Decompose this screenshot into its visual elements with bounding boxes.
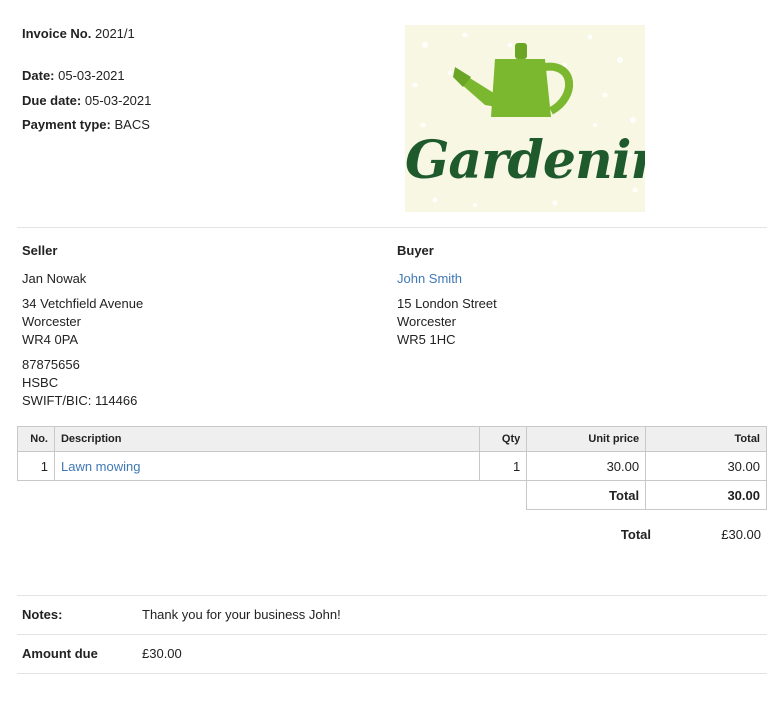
seller-bank-name: HSBC bbox=[22, 375, 59, 390]
divider bbox=[17, 634, 767, 635]
payment-type-value: BACS bbox=[114, 117, 150, 132]
seller-bank-account: 87875656 bbox=[22, 357, 80, 372]
col-header-total: Total bbox=[645, 426, 767, 452]
buyer-address-line: WR5 1HC bbox=[397, 332, 456, 347]
due-date-value: 05-03-2021 bbox=[84, 93, 152, 108]
subtotal-value: 30.00 bbox=[645, 480, 767, 510]
amount-due-label: Amount due bbox=[22, 646, 98, 661]
row-unit-price: 30.00 bbox=[526, 451, 647, 481]
seller-address-line: WR4 0PA bbox=[22, 332, 79, 347]
seller-swift: SWIFT/BIC: 114466 bbox=[22, 393, 138, 408]
items-table: No. Description Qty Unit price Total 1 L… bbox=[17, 426, 767, 510]
divider bbox=[17, 595, 767, 596]
seller-address-line: 34 Vetchfield Avenue bbox=[22, 296, 144, 311]
row-description-link[interactable]: Lawn mowing bbox=[53, 451, 481, 481]
seller-bank: 87875656 HSBC SWIFT/BIC: 114466 bbox=[22, 356, 137, 410]
buyer-name-link[interactable]: John Smith bbox=[397, 271, 462, 286]
col-header-qty: Qty bbox=[479, 426, 528, 452]
col-header-unit-price: Unit price bbox=[526, 426, 647, 452]
payment-type: Payment type: BACS bbox=[22, 116, 150, 133]
subtotal-label: Total bbox=[526, 480, 647, 510]
buyer-address-line: 15 London Street bbox=[397, 296, 497, 311]
divider bbox=[17, 227, 767, 228]
invoice-due-date: Due date: 05-03-2021 bbox=[22, 92, 151, 109]
row-total: 30.00 bbox=[645, 451, 767, 481]
invoice-date-value: 05-03-2021 bbox=[58, 68, 125, 83]
col-header-no: No. bbox=[17, 426, 55, 452]
invoice-date-label: Date: bbox=[22, 68, 55, 83]
table-row: 1 Lawn mowing 1 30.00 30.00 bbox=[17, 451, 767, 481]
amount-due-value: £30.00 bbox=[142, 646, 182, 661]
divider bbox=[17, 673, 767, 674]
seller-address: 34 Vetchfield Avenue Worcester WR4 0PA bbox=[22, 295, 143, 349]
col-header-description: Description bbox=[53, 426, 481, 452]
payment-type-label: Payment type: bbox=[22, 117, 111, 132]
logo-text: Gardening bbox=[405, 130, 645, 191]
seller-name: Jan Nowak bbox=[22, 271, 87, 286]
invoice-number-label: Invoice No. bbox=[22, 26, 92, 41]
table-header-row: No. Description Qty Unit price Total bbox=[17, 426, 767, 452]
subtotal-row: Total 30.00 bbox=[18, 480, 767, 510]
buyer-address-line: Worcester bbox=[397, 314, 456, 329]
due-date-label: Due date: bbox=[22, 93, 82, 108]
row-qty: 1 bbox=[479, 451, 528, 481]
buyer-address: 15 London Street Worcester WR5 1HC bbox=[397, 295, 497, 349]
invoice-number: Invoice No. 2021/1 bbox=[22, 25, 135, 42]
row-no: 1 bbox=[17, 451, 55, 481]
seller-heading: Seller bbox=[22, 243, 58, 258]
seller-address-line: Worcester bbox=[22, 314, 81, 329]
notes-text: Thank you for your business John! bbox=[142, 607, 341, 622]
grand-total-value: £30.00 bbox=[721, 527, 761, 542]
invoice-date: Date: 05-03-2021 bbox=[22, 67, 125, 84]
grand-total-label: Total bbox=[620, 527, 651, 542]
invoice-number-value: 2021/1 bbox=[94, 26, 135, 41]
notes-label: Notes: bbox=[22, 607, 63, 622]
company-logo: Gardening bbox=[405, 25, 645, 212]
buyer-heading: Buyer bbox=[397, 243, 434, 258]
